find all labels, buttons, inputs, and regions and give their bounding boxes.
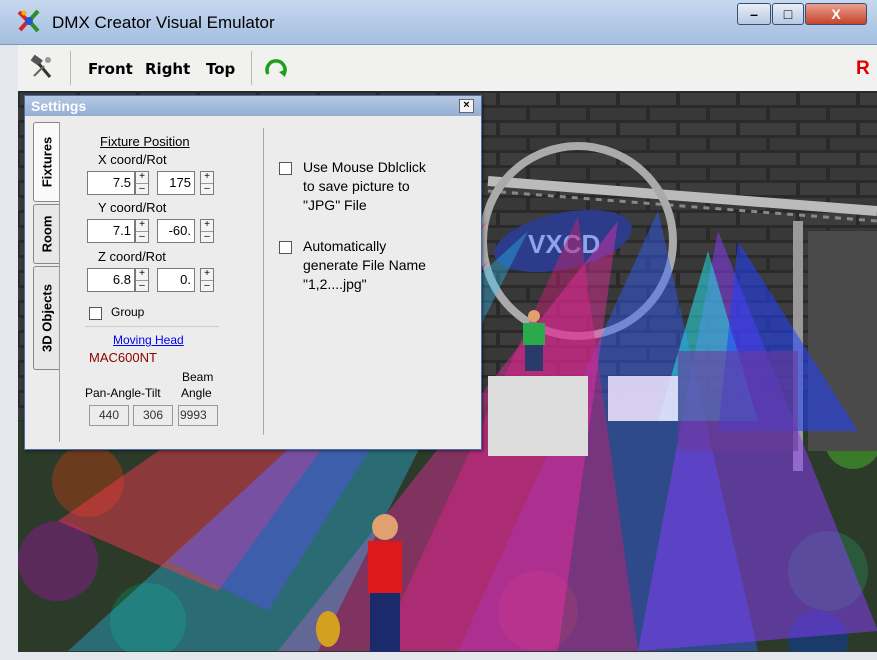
group-checkbox[interactable] <box>89 307 102 320</box>
settings-tabs: Fixtures Room 3D Objects <box>33 122 59 442</box>
tab-room[interactable]: Room <box>33 204 59 264</box>
x-rot-spinner[interactable]: + – <box>200 171 214 195</box>
settings-dialog: Settings × Fixtures Room 3D Objects Fixt… <box>24 95 482 450</box>
title-bar[interactable]: DMX Creator Visual Emulator – □ X <box>0 0 877 45</box>
group-label: Group <box>111 305 145 319</box>
spin-down-icon[interactable]: – <box>201 281 213 292</box>
settings-title-bar[interactable]: Settings × <box>25 96 481 116</box>
settings-close-button[interactable]: × <box>459 99 474 113</box>
fixture-position-label: Fixture Position <box>100 134 190 149</box>
x-coord-spinner[interactable]: + – <box>135 171 149 195</box>
record-button[interactable]: R <box>856 58 870 80</box>
pan-angle-tilt-label: Pan-Angle-Tilt <box>85 386 161 400</box>
y-rot-spinner[interactable]: + – <box>200 219 214 243</box>
x-coord-label: X coord/Rot <box>98 152 167 167</box>
top-view-button[interactable]: Top <box>206 60 235 78</box>
y-coord-label: Y coord/Rot <box>98 200 167 215</box>
toolbar: Front Right Top R <box>18 45 877 92</box>
mouse-dblclick-save-checkbox[interactable] <box>279 162 292 175</box>
z-coord-label: Z coord/Rot <box>98 249 166 264</box>
app-logo-icon <box>17 9 40 33</box>
settings-title: Settings <box>31 98 87 114</box>
window-left-frame <box>0 45 19 660</box>
z-rot-input[interactable]: 0. <box>157 268 195 292</box>
toolbar-separator <box>70 51 71 85</box>
close-button[interactable]: X <box>805 3 867 25</box>
tilt-value: 306 <box>133 405 173 426</box>
toolbar-separator <box>251 51 252 85</box>
right-view-button[interactable]: Right <box>145 60 190 78</box>
mouse-dblclick-save-label: Use Mouse Dblclick to save picture to "J… <box>303 159 426 213</box>
spin-down-icon[interactable]: – <box>201 232 213 243</box>
window-title: DMX Creator Visual Emulator <box>52 13 275 32</box>
x-coord-input[interactable]: 7.5 <box>87 171 135 195</box>
tab-fixtures[interactable]: Fixtures <box>33 122 59 202</box>
minimize-button[interactable]: – <box>737 3 771 25</box>
app-window: DMX Creator Visual Emulator – □ X Front … <box>0 0 877 660</box>
minimize-icon: – <box>750 6 758 22</box>
maximize-icon: □ <box>783 6 793 22</box>
x-rot-input[interactable]: 175 <box>157 171 195 195</box>
y-coord-spinner[interactable]: + – <box>135 219 149 243</box>
tab-panel-border <box>59 122 60 442</box>
z-coord-input[interactable]: 6.8 <box>87 268 135 292</box>
auto-filename-checkbox[interactable] <box>279 241 292 254</box>
window-bottom-frame <box>0 652 877 660</box>
y-coord-input[interactable]: 7.1 <box>87 219 135 243</box>
divider <box>85 326 219 327</box>
beam-angle-value: 9993 <box>178 405 218 426</box>
spin-down-icon[interactable]: – <box>136 184 148 195</box>
front-view-button[interactable]: Front <box>88 60 133 78</box>
spin-down-icon[interactable]: – <box>136 232 148 243</box>
tab-3d-objects[interactable]: 3D Objects <box>33 266 59 370</box>
fixture-tool-icon[interactable] <box>30 54 56 80</box>
spin-down-icon[interactable]: – <box>136 281 148 292</box>
pan-value: 440 <box>89 405 129 426</box>
beam-label: Beam <box>182 370 214 384</box>
section-divider <box>263 128 264 435</box>
rotate-view-icon[interactable] <box>263 55 289 81</box>
close-icon: X <box>831 6 841 22</box>
maximize-button[interactable]: □ <box>772 3 804 25</box>
z-rot-spinner[interactable]: + – <box>200 268 214 292</box>
angle-label: Angle <box>181 386 212 400</box>
spin-down-icon[interactable]: – <box>201 184 213 195</box>
z-coord-spinner[interactable]: + – <box>135 268 149 292</box>
fixture-type-link[interactable]: Moving Head <box>113 333 184 347</box>
auto-filename-label: Automatically generate File Name "1,2...… <box>303 238 426 292</box>
y-rot-input[interactable]: -60. <box>157 219 195 243</box>
fixture-model: MAC600NT <box>89 350 157 365</box>
